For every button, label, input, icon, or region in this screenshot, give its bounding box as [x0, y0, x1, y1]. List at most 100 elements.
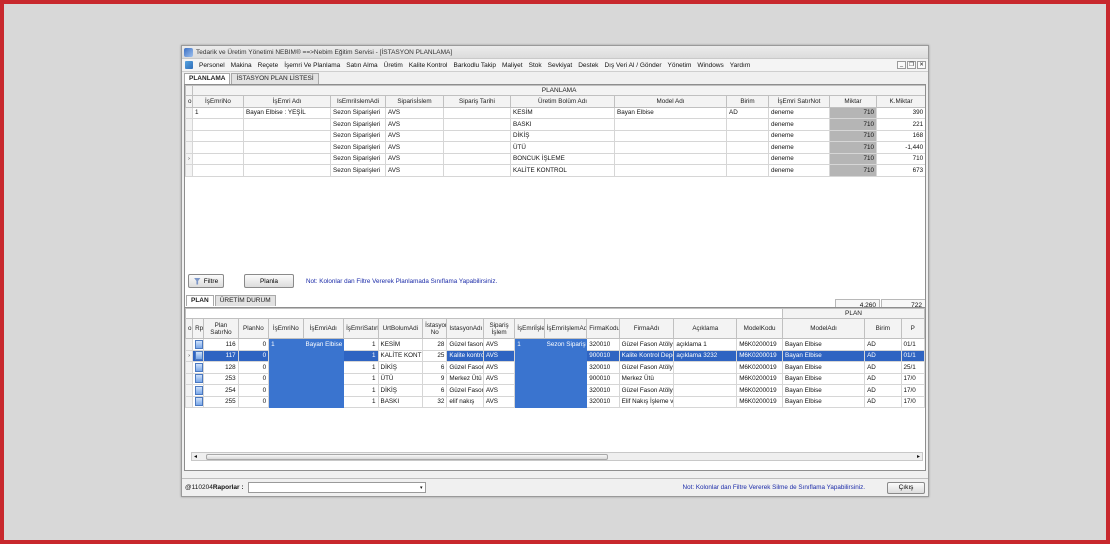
col-header-isemrino[interactable]: İşEmriNo [268, 318, 304, 339]
table-row[interactable]: 254 0 1 DİKİŞ 6 Güzel Fason AVS 320010 Güzel Fas… [185, 384, 925, 397]
report-cell[interactable] [192, 361, 205, 374]
cell-modelkodu[interactable]: M6K0200019 [736, 338, 783, 351]
col-header-k-miktar[interactable]: K.Miktar [875, 95, 925, 108]
col-header-model-adi[interactable]: Model Adı [614, 95, 727, 108]
table-row[interactable]: 255 0 1 BASKI 32 elif nakış AVS 320010 Elif Nakı… [185, 395, 925, 408]
row-selector[interactable] [185, 361, 194, 374]
col-header-isemriislemno[interactable]: İşEmriİşlemNo [514, 318, 545, 339]
cell-istasyonadi[interactable]: elif nakış [446, 395, 484, 408]
row-selector[interactable] [185, 384, 194, 397]
cell-aciklama[interactable]: açıklama 3232 [673, 349, 738, 362]
cell-isemri-adi[interactable]: Bayan Elbise : YEŞİL [243, 106, 331, 119]
table-row[interactable]: 253 0 1 ÜTÜ 9 Merkez Ütü AVS 900010 Merkez Ütü M6… [185, 372, 925, 385]
cell-isemri-satirnot[interactable]: deneme [768, 118, 830, 131]
report-cell[interactable] [192, 395, 205, 408]
cell-isemrino[interactable] [192, 129, 244, 142]
table-row[interactable]: › 1170 1KALİTE KONTRC25Kalite kontroAVS 900… [185, 349, 925, 362]
col-header-rp[interactable]: Rp [192, 318, 205, 339]
cell-plan-satirno[interactable]: 255 [203, 395, 239, 408]
cell-planno[interactable]: 0 [237, 349, 270, 362]
cell-plan-satirno[interactable]: 117 [203, 349, 239, 362]
cell-isemrisatirno[interactable]: 1 [343, 361, 379, 374]
cell-modeladi[interactable]: Bayan Elbise [781, 349, 866, 362]
cell-istasyonadi[interactable]: Kalite kontro [446, 349, 484, 362]
report-cell[interactable] [192, 349, 205, 362]
cell-planno[interactable]: 0 [237, 372, 270, 385]
cell-isemriislemadi[interactable]: Sezon Siparişle [543, 338, 588, 351]
cell-siparis-tarihi[interactable] [443, 106, 511, 119]
cell-urtbolumadi[interactable]: DİKİŞ [377, 384, 424, 397]
menu-isemri-planlama[interactable]: İşemri Ve Planlama [284, 62, 340, 69]
cell-isemri-adi[interactable] [243, 141, 331, 154]
col-header-p[interactable]: P [900, 318, 925, 339]
cell-birim[interactable]: AD [864, 349, 902, 362]
cell-siparisislem[interactable]: AVS [385, 164, 444, 177]
cell-istasyon-no[interactable]: 9 [422, 372, 448, 385]
document-icon[interactable] [195, 397, 203, 407]
cell-istasyon-no[interactable]: 6 [422, 384, 448, 397]
cell-aciklama[interactable] [673, 384, 738, 397]
cell-isemri-satirnot[interactable]: deneme [768, 164, 830, 177]
tab-planlama[interactable]: PLANLAMA [184, 73, 231, 84]
cell-model-adi[interactable] [614, 129, 727, 142]
cell-birim[interactable]: AD [864, 384, 902, 397]
cell-p[interactable]: 01/1 [900, 338, 925, 351]
menu-dis-veri[interactable]: Dış Veri Al / Gönder [604, 62, 661, 69]
cell-firmaadi[interactable]: Güzel Fason Atölyes [618, 384, 675, 397]
table-row[interactable]: › Sezon Siparişleri AVS BONCUK İŞLEME deneme… [185, 152, 925, 165]
cell-istasyonadi[interactable]: Güzel Fason [446, 361, 484, 374]
cell-planno[interactable]: 0 [237, 384, 270, 397]
cell-isemrino[interactable]: 1 [268, 338, 304, 351]
cell-siparis-tarihi[interactable] [443, 129, 511, 142]
col-header-firmakodu[interactable]: FirmaKodu [586, 318, 620, 339]
menu-sevkiyat[interactable]: Sevkiyat [548, 62, 573, 69]
cell-modeladi[interactable]: Bayan Elbise [781, 395, 866, 408]
col-header-siparisislem[interactable]: Siparisİslem [385, 95, 444, 108]
planla-button[interactable]: Planla [244, 274, 294, 288]
cell-isemrino[interactable] [268, 372, 304, 385]
cell-plan-satirno[interactable]: 128 [203, 361, 239, 374]
cell-isemriadi[interactable] [302, 361, 345, 374]
cell-p[interactable]: 01/1 [900, 349, 925, 362]
cell-planno[interactable]: 0 [237, 338, 270, 351]
cell-siparis-islem[interactable]: AVS [482, 361, 516, 374]
menu-personel[interactable]: Personel [199, 62, 225, 69]
cell-siparis-islem[interactable]: AVS [482, 338, 516, 351]
cell-plan-satirno[interactable]: 254 [203, 384, 239, 397]
cell-isemrino[interactable] [268, 384, 304, 397]
cell-isemri-satirnot[interactable]: deneme [768, 129, 830, 142]
cell-k-miktar[interactable]: -1,440 [875, 141, 925, 154]
row-selector[interactable] [185, 164, 193, 177]
cell-isemrisatirno[interactable]: 1 [343, 384, 379, 397]
cell-urtbolumadi[interactable]: BASKI [377, 395, 424, 408]
cell-urtbolumadi[interactable]: KESİM [377, 338, 424, 351]
cell-istasyon-no[interactable]: 28 [422, 338, 448, 351]
cell-isemriislemno[interactable] [514, 372, 545, 385]
cell-istasyonadi[interactable]: Güzel fason [446, 338, 484, 351]
cell-isemriadi[interactable] [302, 349, 345, 362]
cell-isemriislemno[interactable] [514, 384, 545, 397]
cell-birim[interactable]: AD [864, 372, 902, 385]
cell-siparisislem[interactable]: AVS [385, 118, 444, 131]
cell-aciklama[interactable]: açıklama 1 [673, 338, 738, 351]
cell-firmaadi[interactable]: Elif Nakış İşleme ve [618, 395, 675, 408]
reports-select[interactable]: ▾ [247, 482, 426, 493]
document-icon[interactable] [195, 374, 203, 384]
cell-miktar[interactable]: 710 [829, 106, 877, 119]
cell-modeladi[interactable]: Bayan Elbise [781, 361, 866, 374]
cell-siparisislem[interactable]: AVS [385, 106, 444, 119]
cell-firmakodu[interactable]: 320010 [586, 395, 620, 408]
col-header-planno[interactable]: PlanNo [237, 318, 270, 339]
menu-uretim[interactable]: Üretim [384, 62, 403, 69]
cell-birim[interactable]: AD [864, 395, 902, 408]
cell-p[interactable]: 17/0 [900, 395, 925, 408]
cell-model-adi[interactable] [614, 141, 727, 154]
cell-modelkodu[interactable]: M6K0200019 [736, 361, 783, 374]
cell-firmaadi[interactable]: Kalite Kontrol Depos [618, 349, 675, 362]
cell-model-adi[interactable]: Bayan Elbise [614, 106, 727, 119]
row-selector[interactable] [185, 141, 193, 154]
col-header-aciklama[interactable]: Açıklama [673, 318, 738, 339]
menu-kalite-kontrol[interactable]: Kalite Kontrol [409, 62, 448, 69]
cell-isemriislemadi[interactable] [543, 349, 588, 362]
cell-p[interactable]: 17/0 [900, 372, 925, 385]
